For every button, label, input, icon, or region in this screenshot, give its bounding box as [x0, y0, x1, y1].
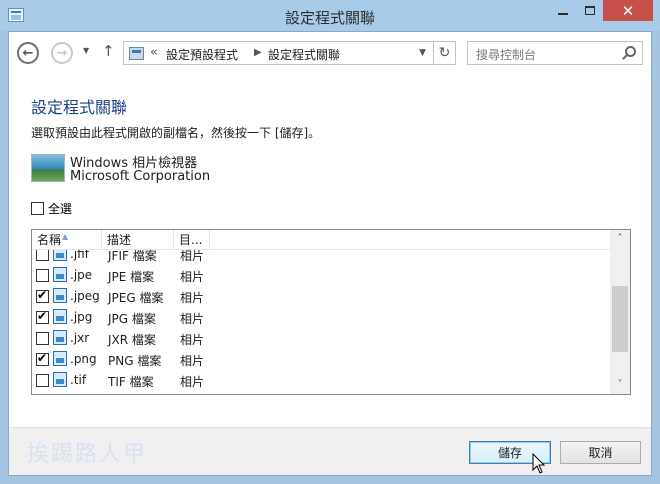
breadcrumb-set-associations[interactable]: 設定程式關聯 [268, 46, 340, 63]
row-checkbox[interactable] [36, 288, 49, 303]
dialog-window: 設定程式關聯 ✕ ← → ▼ ↑ « 設定預設程式 ▶ 設定程式關聯 ▼ ↻ 搜… [0, 0, 660, 484]
up-icon: ↑ [102, 42, 115, 60]
file-extension: .jpeg [70, 289, 100, 303]
image-file-icon [53, 309, 67, 324]
breadcrumb-separator-icon[interactable]: ▶ [254, 47, 262, 58]
forward-button[interactable]: → [51, 42, 73, 64]
address-bar[interactable]: « 設定預設程式 ▶ 設定程式關聯 [123, 41, 434, 65]
scroll-thumb[interactable] [612, 286, 628, 352]
extension-list[interactable]: .jfifJFIF 檔案相片.jpeJPE 檔案相片.jpegJPEG 檔案相片… [31, 229, 631, 395]
search-placeholder: 搜尋控制台 [476, 48, 537, 62]
column-header-name-label: 名稱 [37, 233, 62, 247]
image-file-icon [53, 288, 67, 303]
minimize-button[interactable] [549, 0, 576, 21]
list-item[interactable]: .jxr JXR 檔案 相片 [32, 328, 610, 349]
back-icon: ← [22, 45, 34, 61]
overflow-chevron[interactable]: « [150, 45, 158, 60]
column-header-name[interactable]: 名稱 ▲ [32, 230, 102, 250]
breadcrumb-set-default-programs[interactable]: 設定預設程式 [166, 46, 238, 63]
select-all-label: 全選 [48, 202, 73, 216]
refresh-button[interactable]: ↻ [434, 41, 456, 65]
row-checkbox[interactable] [36, 351, 49, 366]
select-all-box[interactable] [31, 202, 44, 215]
file-description: JPG 檔案 [108, 312, 156, 326]
address-dropdown-button[interactable]: ▼ [412, 41, 434, 65]
row-checkbox[interactable] [36, 269, 49, 282]
navigation-bar: ← → ▼ ↑ « 設定預設程式 ▶ 設定程式關聯 ▼ ↻ 搜尋控制台 [9, 32, 651, 74]
control-panel-icon [129, 47, 144, 60]
list-item[interactable]: .jpe JPE 檔案 相片 [32, 265, 610, 286]
file-description: PNG 檔案 [108, 354, 162, 368]
client-area: ← → ▼ ↑ « 設定預設程式 ▶ 設定程式關聯 ▼ ↻ 搜尋控制台 設定程式… [8, 31, 652, 476]
list-item[interactable]: .tif TIF 檔案 相片 [32, 370, 610, 391]
photo-viewer-icon [31, 154, 65, 182]
file-extension: .jxr [70, 331, 90, 345]
image-file-icon [53, 351, 67, 366]
refresh-icon: ↻ [438, 45, 451, 61]
file-category: 相片 [180, 333, 205, 347]
file-extension: .jpe [70, 268, 93, 282]
maximize-button[interactable] [576, 0, 603, 21]
cancel-button[interactable]: 取消 [560, 441, 641, 464]
column-header-category[interactable]: 目... [174, 230, 210, 250]
recent-locations-dropdown[interactable]: ▼ [83, 46, 89, 55]
close-button[interactable]: ✕ [603, 0, 653, 21]
file-description: TIF 檔案 [108, 375, 154, 389]
file-description: JPEG 檔案 [108, 291, 164, 305]
row-checkbox[interactable] [36, 309, 49, 324]
instruction-text: 選取預設由此程式開啟的副檔名，然後按一下 [儲存]。 [31, 126, 321, 140]
file-description: JPE 檔案 [108, 270, 155, 284]
file-extension: .tif [70, 373, 87, 387]
select-all-checkbox[interactable]: 全選 [31, 200, 72, 217]
scroll-up-button[interactable]: ˄ [610, 230, 630, 248]
image-file-icon [53, 372, 67, 387]
file-category: 相片 [180, 270, 205, 284]
row-checkbox[interactable] [36, 374, 49, 387]
list-rows: .jfifJFIF 檔案相片.jpeJPE 檔案相片.jpegJPEG 檔案相片… [32, 244, 610, 391]
search-icon[interactable] [625, 46, 636, 57]
maximize-icon [584, 6, 595, 15]
footer-bar: 挨踢路人甲 儲存 取消 [9, 427, 651, 475]
vertical-scrollbar[interactable]: ˄ ˅ [610, 230, 630, 394]
back-button[interactable]: ← [17, 42, 39, 64]
column-header-description[interactable]: 描述 [102, 230, 174, 250]
up-button[interactable]: ↑ [102, 42, 115, 60]
row-checkbox[interactable] [36, 332, 49, 345]
forward-icon: → [56, 45, 68, 61]
file-category: 相片 [180, 291, 205, 305]
program-company: Microsoft Corporation [70, 169, 211, 184]
page-title: 設定程式關聯 [31, 98, 128, 117]
scroll-down-button[interactable]: ˅ [610, 376, 630, 394]
list-item[interactable]: .png PNG 檔案 相片 [32, 349, 610, 370]
close-icon: ✕ [621, 1, 635, 20]
title-bar[interactable]: 設定程式關聯 ✕ [0, 0, 660, 31]
file-extension: .jpg [70, 310, 93, 324]
file-description: JXR 檔案 [108, 333, 156, 347]
minimize-icon [557, 12, 568, 15]
image-file-icon [53, 267, 67, 282]
image-file-icon [53, 330, 67, 345]
list-item[interactable]: .jpg JPG 檔案 相片 [32, 307, 610, 328]
file-category: 相片 [180, 375, 205, 389]
sort-up-icon: ▲ [62, 232, 69, 241]
file-category: 相片 [180, 312, 205, 326]
file-category: 相片 [180, 354, 205, 368]
search-input[interactable]: 搜尋控制台 [467, 41, 643, 65]
list-item[interactable]: .jpeg JPEG 檔案 相片 [32, 286, 610, 307]
file-extension: .png [70, 352, 97, 366]
watermark-text: 挨踢路人甲 [27, 442, 148, 467]
list-header: 名稱 ▲ 描述 目... [32, 230, 610, 250]
